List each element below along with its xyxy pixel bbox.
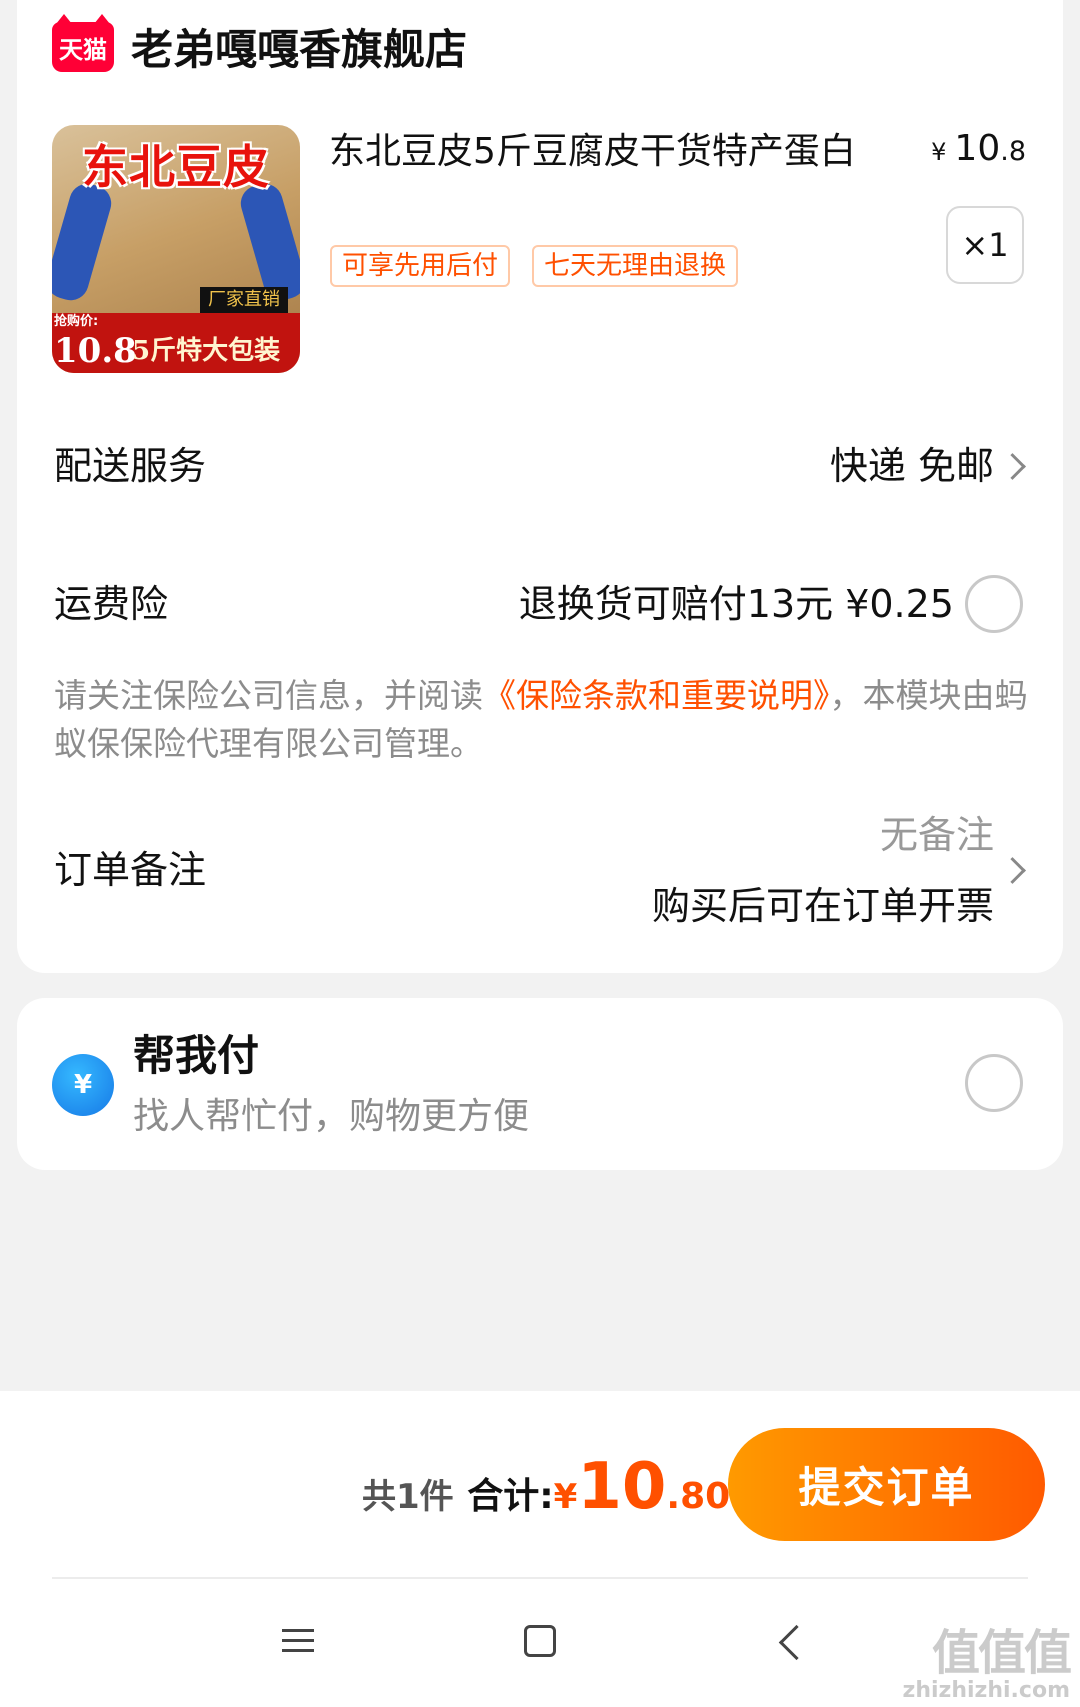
help-pay-card[interactable] — [17, 998, 1063, 1170]
home-icon[interactable] — [524, 1625, 556, 1657]
divider — [52, 1577, 1028, 1579]
delivery-label: 配送服务 — [54, 444, 207, 488]
insurance-label: 运费险 — [54, 582, 169, 626]
glove-right — [236, 179, 300, 305]
order-total: 共1件 合计:¥10.80 — [362, 1450, 730, 1524]
product-image-sticker-label: 抢购价: — [54, 314, 99, 329]
submit-order-button[interactable]: 提交订单 — [728, 1428, 1045, 1541]
help-pay-icon: ¥ — [52, 1054, 114, 1116]
remark-label: 订单备注 — [54, 848, 207, 892]
notice-prefix: 请关注保险公司信息，并阅读 — [54, 676, 483, 715]
menu-icon[interactable] — [282, 1627, 314, 1655]
product-title[interactable]: 东北豆皮5斤豆腐皮干货特产蛋白 — [329, 124, 856, 180]
glove-left — [52, 179, 116, 305]
invoice-hint[interactable]: 购买后可在订单开票 — [652, 880, 994, 932]
insurance-radio[interactable] — [965, 575, 1023, 633]
product-image-sub: 厂家直销 — [200, 287, 288, 313]
total-label: 合计: — [467, 1476, 554, 1517]
price-int: 10 — [954, 128, 1001, 169]
help-pay-radio[interactable] — [965, 1054, 1023, 1112]
tag-pay-later: 可享先用后付 — [330, 245, 511, 287]
insurance-terms-link[interactable]: 《保险条款和重要说明》 — [483, 676, 830, 715]
help-pay-subtitle: 找人帮忙付，购物更方便 — [133, 1096, 530, 1137]
watermark-domain: zhizhizhi.com — [902, 1678, 1070, 1703]
total-currency: ¥ — [553, 1477, 578, 1517]
remark-value[interactable]: 无备注 — [880, 809, 994, 861]
delivery-value[interactable]: 快递 免邮 — [830, 440, 994, 492]
insurance-notice: 请关注保险公司信息，并阅读《保险条款和重要说明》，本模块由蚂蚁保保险代理有限公司… — [54, 672, 1029, 768]
tmall-badge-text: 天猫 — [59, 35, 107, 64]
product-image-sticker-price: 10.8 — [54, 331, 137, 371]
product-image-pack: 5斤特大包装 — [132, 336, 281, 366]
insurance-value: 退换货可赔付13元 ¥0.25 — [518, 582, 954, 626]
price-dec: .8 — [1000, 136, 1026, 167]
product-image-title: 东北豆皮 — [82, 140, 270, 194]
total-dec: .80 — [666, 1476, 731, 1517]
tag-7day-return: 七天无理由退换 — [532, 245, 739, 287]
quantity-stepper[interactable]: ×1 — [946, 206, 1024, 284]
price-currency: ¥ — [931, 138, 947, 166]
item-count: 共1件 — [362, 1477, 454, 1517]
store-name[interactable]: 老弟嘎嘎香旗舰店 — [131, 22, 467, 78]
help-pay-title: 帮我付 — [133, 1031, 260, 1080]
product-image[interactable]: 东北豆皮 厂家直销 抢购价: 10.8 5斤特大包装 — [52, 125, 300, 373]
total-int: 10 — [577, 1450, 667, 1524]
tmall-logo: 天猫 — [52, 14, 114, 72]
product-price: ¥10.8 — [931, 128, 1026, 169]
watermark-brand: 值值值 — [931, 1625, 1072, 1681]
watermark: 值值值 zhizhizhi.com — [902, 1625, 1072, 1703]
